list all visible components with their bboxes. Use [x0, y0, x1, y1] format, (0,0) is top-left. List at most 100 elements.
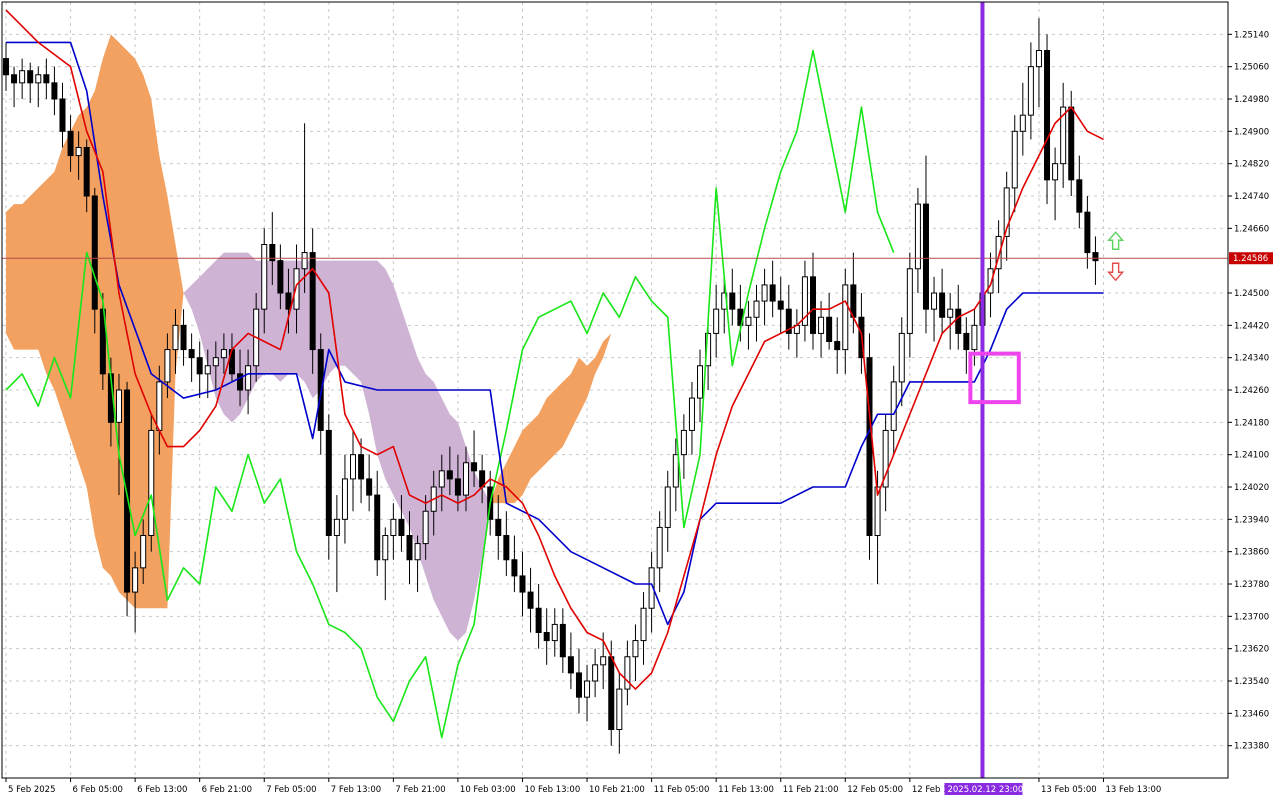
- candle-bear: [398, 518, 405, 536]
- candle-bull: [914, 203, 921, 270]
- candle-bull: [19, 70, 26, 84]
- candle-bull: [35, 74, 42, 84]
- x-tick-label: 10 Feb 03:00: [460, 785, 516, 795]
- candle-bull: [414, 543, 421, 561]
- candle-bull: [818, 316, 825, 334]
- candle-bear: [963, 332, 970, 351]
- y-tick-label: 1.24980: [1234, 95, 1269, 105]
- candle-bear: [3, 58, 9, 76]
- candle-bull: [664, 486, 671, 528]
- candle-bull: [156, 381, 163, 431]
- candle-bear: [834, 341, 841, 351]
- y-tick-label: 1.25140: [1234, 30, 1269, 40]
- candle-bull: [1035, 50, 1042, 68]
- candle-bull: [672, 454, 679, 488]
- y-tick-label: 1.23940: [1234, 515, 1269, 525]
- candle-bull: [1052, 163, 1059, 181]
- candle-bull: [382, 535, 389, 561]
- candle-bull: [640, 607, 647, 642]
- candle-bear: [519, 575, 526, 593]
- candle-bear: [543, 632, 550, 642]
- candle-bear: [325, 429, 332, 536]
- candle-bull: [164, 349, 171, 383]
- y-tick-label: 1.24180: [1234, 418, 1269, 428]
- candle-bull: [148, 429, 155, 536]
- candle-bull: [745, 316, 752, 326]
- candle-bear: [1092, 252, 1099, 262]
- x-tick-label: 10 Feb 13:00: [524, 785, 580, 795]
- candle-bear: [769, 284, 776, 302]
- candle-bull: [1011, 130, 1018, 189]
- candle-bull: [333, 518, 340, 536]
- y-tick-label: 1.23780: [1234, 580, 1269, 590]
- candle-bear: [1044, 50, 1051, 181]
- candle-bear: [608, 656, 615, 730]
- candle-bull: [350, 454, 357, 480]
- candle-bear: [406, 535, 413, 561]
- candle-bear: [285, 292, 292, 310]
- x-tick-label: 13 Feb 05:00: [1041, 785, 1097, 795]
- candle-bear: [1084, 211, 1091, 254]
- candle-bear: [1076, 179, 1083, 213]
- candle-bear: [826, 316, 833, 342]
- x-tick-label: 7 Feb 05:00: [266, 785, 316, 795]
- x-tick-label: 10 Feb 21:00: [589, 785, 645, 795]
- candle-bear: [51, 82, 58, 100]
- candle-bear: [358, 454, 365, 480]
- y-tick-label: 1.24260: [1234, 386, 1269, 396]
- candle-bull: [261, 244, 268, 310]
- candle-bull: [697, 365, 704, 399]
- x-tick-label: 13 Feb 13:00: [1106, 785, 1162, 795]
- y-tick-label: 1.24740: [1234, 192, 1269, 202]
- x-tick-label: 6 Feb 05:00: [73, 785, 123, 795]
- ichimoku-chart[interactable]: 1.25140 1.25060 1.24980 1.24900 1.24820 1.247…: [0, 0, 1280, 800]
- candle-bear: [810, 276, 816, 334]
- candle-bull: [688, 397, 695, 431]
- y-tick-label: 1.23700: [1234, 612, 1269, 622]
- candle-bull: [713, 308, 720, 334]
- x-tick-label: 12 Feb 05:00: [847, 785, 903, 795]
- candle-bull: [1019, 114, 1026, 132]
- candle-bear: [777, 300, 784, 310]
- marker-label: 2025.02.12 23:00: [947, 785, 1023, 795]
- candle-bear: [559, 623, 566, 658]
- candle-bull: [390, 518, 397, 536]
- y-tick-label: 1.24660: [1234, 224, 1269, 234]
- candle-bull: [753, 300, 760, 318]
- candle-bull: [600, 656, 607, 666]
- candle-bull: [245, 365, 252, 391]
- candle-bull: [301, 252, 308, 270]
- y-tick-label: 1.23460: [1234, 709, 1269, 719]
- y-tick-label: 1.24500: [1234, 289, 1269, 299]
- x-tick-label: 7 Feb 21:00: [395, 785, 445, 795]
- candle-bear: [67, 130, 74, 157]
- candle-bull: [1027, 66, 1034, 116]
- x-tick-label: 11 Feb 05:00: [654, 785, 710, 795]
- candle-bull: [422, 510, 429, 545]
- candle-bear: [446, 470, 453, 480]
- candle-bear: [1068, 106, 1075, 181]
- candle-bear: [59, 98, 66, 132]
- candle-bull: [656, 526, 663, 569]
- candle-bear: [535, 607, 542, 633]
- candle-bear: [180, 324, 187, 351]
- candle-bull: [616, 688, 623, 730]
- candle-bull: [947, 308, 954, 318]
- candle-bear: [575, 672, 582, 698]
- y-tick-label: 1.24020: [1234, 483, 1269, 493]
- candle-bull: [204, 365, 211, 375]
- candle-bull: [592, 664, 599, 682]
- current-price-label: 1.24586: [1233, 254, 1268, 264]
- candle-bear: [495, 518, 502, 536]
- y-tick-label: 1.25060: [1234, 63, 1269, 73]
- candle-bear: [91, 195, 98, 310]
- candle-bull: [842, 284, 849, 351]
- candle-bear: [922, 203, 929, 310]
- candle-bull: [172, 324, 179, 351]
- candle-bear: [527, 591, 534, 609]
- candle-bull: [438, 470, 445, 488]
- candle-bear: [866, 357, 873, 536]
- candle-bull: [584, 680, 591, 698]
- candle-bear: [503, 535, 510, 561]
- y-tick-label: 1.24820: [1234, 160, 1269, 170]
